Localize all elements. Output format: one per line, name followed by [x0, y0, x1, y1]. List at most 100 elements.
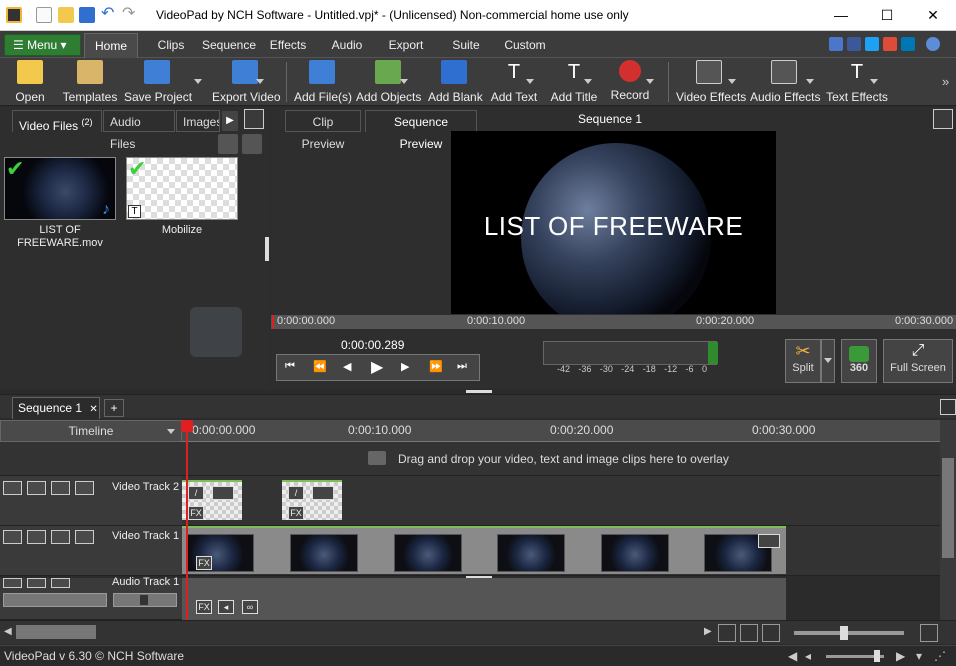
speaker-icon[interactable]	[27, 578, 46, 588]
facebook-icon[interactable]	[847, 37, 861, 51]
tab-video-files[interactable]: Video Files (2)	[12, 110, 102, 133]
collapse-icon[interactable]	[3, 530, 22, 544]
bin-clip-text[interactable]: ✔ T Mobilize	[126, 157, 238, 236]
open-folder-icon[interactable]	[58, 7, 74, 23]
add-text-dropdown-icon[interactable]	[526, 79, 534, 84]
step-forward-icon[interactable]: ▶	[401, 360, 409, 373]
undock-icon[interactable]	[940, 399, 956, 415]
pan-thumb[interactable]	[140, 595, 148, 605]
scroll-right-icon[interactable]: ▶	[704, 626, 712, 637]
preview-playhead[interactable]	[272, 315, 274, 329]
link-icon[interactable]: ∞	[242, 600, 258, 614]
video-clip[interactable]: FX	[182, 526, 786, 574]
split-dropdown[interactable]	[821, 339, 835, 383]
tab-sequence[interactable]: Sequence	[198, 33, 260, 58]
add-sequence-button[interactable]: +	[104, 399, 124, 417]
delete-icon[interactable]	[218, 134, 238, 154]
solo-icon[interactable]	[51, 578, 70, 588]
nav-left-icon[interactable]: ◀	[788, 646, 797, 666]
go-end-icon[interactable]: ⏭	[457, 360, 467, 373]
nav-right-icon[interactable]: ▶	[896, 646, 905, 666]
undock-icon[interactable]	[244, 109, 264, 129]
text-clip[interactable]: / FX	[182, 480, 242, 520]
add-files-button[interactable]: Add File(s)	[294, 60, 352, 106]
tab-home[interactable]: Home	[84, 33, 138, 58]
text-effects-dropdown-icon[interactable]	[870, 79, 878, 84]
add-objects-dropdown-icon[interactable]	[400, 79, 408, 84]
record-dropdown-icon[interactable]	[646, 79, 654, 84]
tab-clips[interactable]: Clips	[150, 33, 192, 58]
split-button[interactable]: ✂ Split	[785, 339, 821, 383]
fx-button[interactable]: FX	[196, 556, 212, 570]
transition-icon[interactable]: /	[288, 486, 304, 500]
step-back-icon[interactable]: ◀	[343, 360, 351, 373]
playhead-handle[interactable]	[181, 420, 193, 432]
video-track-1-lane[interactable]: FX	[182, 526, 940, 576]
scroll-left-icon[interactable]: ◀	[4, 626, 12, 637]
tab-scroll-right-icon[interactable]: ▶	[222, 111, 238, 131]
video-effects-dropdown-icon[interactable]	[728, 79, 736, 84]
collapse-icon[interactable]	[3, 578, 22, 588]
bin-clip-video[interactable]: ✔ ♪ LIST OF FREEWARE.mov	[4, 157, 116, 250]
help-icon[interactable]	[926, 37, 940, 51]
fx-button[interactable]: FX	[288, 506, 304, 520]
close-button[interactable]: ✕	[910, 0, 956, 31]
volume-slider[interactable]	[3, 593, 107, 607]
zoom-out-icon[interactable]	[762, 624, 780, 642]
redo-icon[interactable]: ↷	[122, 6, 138, 23]
add-title-dropdown-icon[interactable]	[584, 79, 592, 84]
new-file-icon[interactable]	[36, 7, 52, 23]
pan-slider[interactable]	[113, 593, 177, 607]
resize-icon[interactable]: ▾	[916, 646, 922, 666]
fx-button[interactable]: FX	[196, 600, 212, 614]
minimize-button[interactable]: —	[818, 0, 864, 31]
crossfade-icon[interactable]	[312, 486, 334, 500]
menu-button[interactable]: ☰ Menu ▾	[4, 34, 81, 56]
text-clip[interactable]: / FX	[282, 480, 342, 520]
prev-frame-icon[interactable]: ⏪	[313, 360, 327, 373]
tab-suite[interactable]: Suite	[446, 33, 486, 58]
timeline-dropdown[interactable]: Timeline	[0, 420, 182, 442]
tab-audio-files[interactable]: Audio Files	[103, 110, 175, 151]
volume-icon[interactable]: ◂	[805, 646, 811, 666]
vscroll-thumb[interactable]	[942, 458, 954, 558]
zoom-fit-icon[interactable]	[740, 624, 758, 642]
crossfade-icon[interactable]	[212, 486, 234, 500]
master-volume-thumb[interactable]	[874, 650, 880, 662]
save-icon[interactable]	[79, 7, 95, 23]
save-project-dropdown-icon[interactable]	[194, 79, 202, 84]
maximize-button[interactable]: ☐	[864, 0, 910, 31]
tab-audio[interactable]: Audio	[326, 33, 368, 58]
eye-icon[interactable]	[27, 481, 46, 495]
tab-sequence-preview[interactable]: Sequence Preview	[365, 110, 477, 151]
speaker-icon[interactable]: ◂	[218, 600, 234, 614]
fx-button[interactable]: FX	[188, 506, 204, 520]
overlay-drop-zone[interactable]: Drag and drop your video, text and image…	[0, 442, 940, 476]
add-blank-button[interactable]: Add Blank	[428, 60, 483, 106]
go-start-icon[interactable]: ⏮	[285, 360, 295, 373]
open-button[interactable]: Open	[10, 60, 50, 106]
timeline-vscroll[interactable]	[940, 442, 956, 620]
templates-button[interactable]: Templates	[62, 60, 118, 106]
audio-effects-dropdown-icon[interactable]	[806, 79, 814, 84]
transition-icon[interactable]: /	[188, 486, 204, 500]
zoom-slider-thumb[interactable]	[840, 626, 848, 640]
twitter-icon[interactable]	[865, 37, 879, 51]
play-icon[interactable]: ▶	[371, 357, 383, 377]
panel-resize-handle[interactable]	[265, 237, 269, 261]
lock-icon[interactable]	[75, 530, 94, 544]
text-effects-button[interactable]: T Text Effects	[826, 60, 888, 106]
tab-effects[interactable]: Effects	[262, 33, 314, 58]
tab-export[interactable]: Export	[384, 33, 428, 58]
panel-splitter-handle[interactable]	[466, 390, 492, 393]
vr-360-button[interactable]: 360	[841, 339, 877, 383]
save-project-button[interactable]: Save Project	[124, 60, 192, 106]
export-video-button[interactable]: Export Video	[212, 60, 281, 106]
timeline-playhead[interactable]	[186, 420, 188, 620]
group-icon[interactable]	[51, 481, 70, 495]
preview-ruler[interactable]: 0:00:00.000 0:00:10.000 0:00:20.000 0:00…	[271, 315, 956, 329]
zoom-slider[interactable]	[794, 631, 904, 635]
export-dropdown-icon[interactable]	[256, 79, 264, 84]
list-view-icon[interactable]	[242, 134, 262, 154]
toolbar-more-button[interactable]: »	[942, 74, 949, 89]
